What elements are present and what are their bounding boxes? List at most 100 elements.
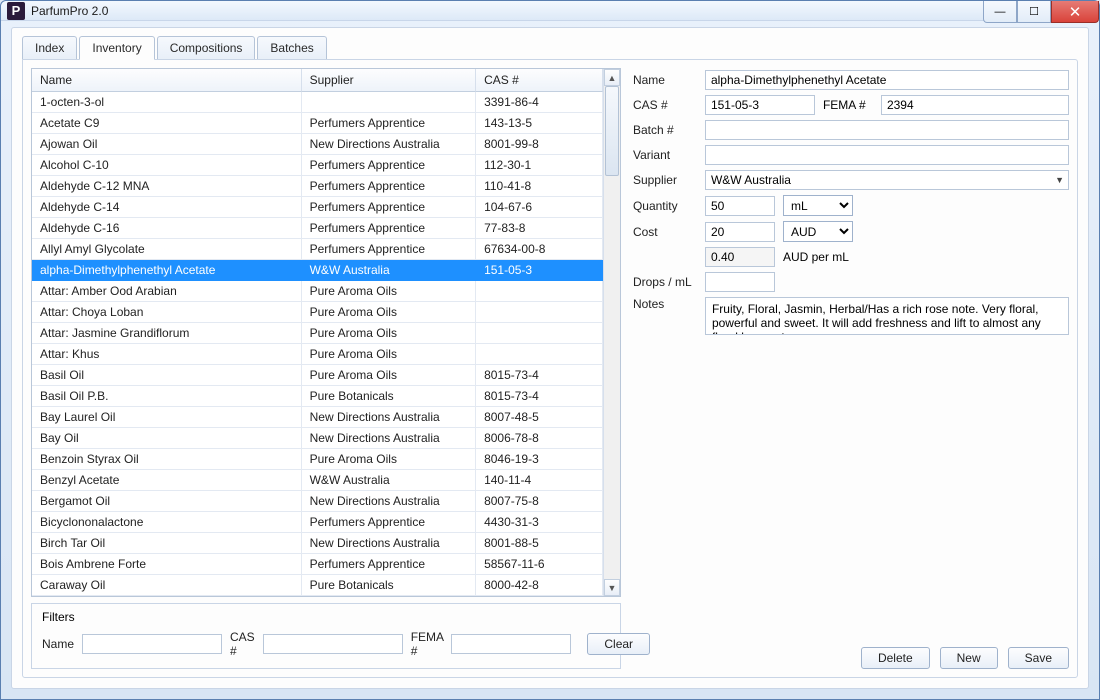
unit-price-label: AUD per mL (783, 250, 849, 264)
table-row[interactable]: Attar: Choya LobanPure Aroma Oils (32, 302, 603, 323)
filter-name-input[interactable] (82, 634, 222, 654)
fema-label: FEMA # (823, 98, 873, 112)
cell-supplier: Pure Aroma Oils (302, 365, 476, 386)
table-row[interactable]: Bois Ambrene FortePerfumers Apprentice58… (32, 554, 603, 575)
table-row[interactable]: Acetate C9Perfumers Apprentice143-13-5 (32, 113, 603, 134)
variant-field[interactable] (705, 145, 1069, 165)
table-row[interactable]: Aldehyde C-14Perfumers Apprentice104-67-… (32, 197, 603, 218)
cell-name: Basil Oil P.B. (32, 386, 302, 407)
cell-supplier: New Directions Australia (302, 428, 476, 449)
col-name[interactable]: Name (32, 69, 302, 92)
cell-supplier: Pure Aroma Oils (302, 323, 476, 344)
table-row[interactable]: Caraway OilPure Botanicals8000-42-8 (32, 575, 603, 596)
app-window: P ParfumPro 2.0 — ☐ ✕ IndexInventoryComp… (0, 0, 1100, 700)
cell-name: Caraway Oil (32, 575, 302, 596)
table-row[interactable]: Birch Tar OilNew Directions Australia800… (32, 533, 603, 554)
cell-cas: 8015-73-4 (476, 365, 603, 386)
batch-field[interactable] (705, 120, 1069, 140)
cell-name: Bay Oil (32, 428, 302, 449)
grid-body[interactable]: 1-octen-3-ol3391-86-4Acetate C9Perfumers… (32, 92, 603, 596)
table-row[interactable]: Allyl Amyl GlycolatePerfumers Apprentice… (32, 239, 603, 260)
scroll-up-button[interactable]: ▲ (604, 69, 620, 86)
cell-cas: 3391-86-4 (476, 92, 603, 113)
table-row[interactable]: Attar: KhusPure Aroma Oils (32, 344, 603, 365)
table-row[interactable]: Benzoin Styrax OilPure Aroma Oils8046-19… (32, 449, 603, 470)
delete-button[interactable]: Delete (861, 647, 930, 669)
tab-compositions[interactable]: Compositions (157, 36, 256, 60)
scroll-thumb[interactable] (605, 86, 619, 176)
tab-strip: IndexInventoryCompositionsBatches (22, 36, 1078, 60)
table-row[interactable]: Ajowan OilNew Directions Australia8001-9… (32, 134, 603, 155)
cost-field[interactable] (705, 222, 775, 242)
cell-name: Attar: Khus (32, 344, 302, 365)
name-field[interactable] (705, 70, 1069, 90)
quantity-label: Quantity (633, 199, 697, 213)
table-row[interactable]: Bergamot OilNew Directions Australia8007… (32, 491, 603, 512)
table-row[interactable]: 1-octen-3-ol 3391-86-4 (32, 92, 603, 113)
new-button[interactable]: New (940, 647, 998, 669)
quantity-field[interactable] (705, 196, 775, 216)
supplier-select[interactable]: W&W Australia ▼ (705, 170, 1069, 190)
col-cas[interactable]: CAS # (476, 69, 603, 92)
cell-cas: 151-05-3 (476, 260, 603, 281)
cell-cas: 143-13-5 (476, 113, 603, 134)
cell-name: Basil Oil (32, 365, 302, 386)
tab-body: Name Supplier CAS # 1-octen-3-ol 3391-86-… (22, 59, 1078, 678)
table-row[interactable]: Alcohol C-10Perfumers Apprentice112-30-1 (32, 155, 603, 176)
minimize-button[interactable]: — (983, 1, 1017, 23)
currency-select[interactable]: AUD (783, 221, 853, 242)
cell-name: Aldehyde C-12 MNA (32, 176, 302, 197)
table-row[interactable]: Bay OilNew Directions Australia8006-78-8 (32, 428, 603, 449)
maximize-button[interactable]: ☐ (1017, 1, 1051, 23)
save-button[interactable]: Save (1008, 647, 1069, 669)
tab-index[interactable]: Index (22, 36, 77, 60)
titlebar: P ParfumPro 2.0 — ☐ ✕ (1, 1, 1099, 21)
cost-label: Cost (633, 225, 697, 239)
cell-cas: 110-41-8 (476, 176, 603, 197)
table-row[interactable]: Benzyl AcetateW&W Australia140-11-4 (32, 470, 603, 491)
supplier-value: W&W Australia (711, 173, 791, 187)
cell-supplier: Pure Aroma Oils (302, 302, 476, 323)
cell-supplier: Perfumers Apprentice (302, 239, 476, 260)
batch-label: Batch # (633, 123, 697, 137)
table-row[interactable]: Aldehyde C-12 MNAPerfumers Apprentice110… (32, 176, 603, 197)
cell-supplier: Pure Aroma Oils (302, 344, 476, 365)
quantity-unit-select[interactable]: mL (783, 195, 853, 216)
cell-supplier (302, 92, 476, 113)
table-row[interactable]: alpha-Dimethylphenethyl AcetateW&W Austr… (32, 260, 603, 281)
cell-supplier: New Directions Australia (302, 134, 476, 155)
table-row[interactable]: Attar: Amber Ood ArabianPure Aroma Oils (32, 281, 603, 302)
cell-name: Ajowan Oil (32, 134, 302, 155)
cell-supplier: Pure Aroma Oils (302, 281, 476, 302)
unit-price-field (705, 247, 775, 267)
cell-supplier: New Directions Australia (302, 533, 476, 554)
col-supplier[interactable]: Supplier (302, 69, 476, 92)
fema-field[interactable] (881, 95, 1069, 115)
filter-fema-input[interactable] (451, 634, 571, 654)
table-row[interactable]: BicyclononalactonePerfumers Apprentice44… (32, 512, 603, 533)
table-row[interactable]: Basil OilPure Aroma Oils8015-73-4 (32, 365, 603, 386)
cell-cas: 8006-78-8 (476, 428, 603, 449)
left-pane: Name Supplier CAS # 1-octen-3-ol 3391-86-… (31, 68, 621, 669)
table-row[interactable]: Bay Laurel OilNew Directions Australia80… (32, 407, 603, 428)
cas-field[interactable] (705, 95, 815, 115)
notes-field[interactable]: Fruity, Floral, Jasmin, Herbal/Has a ric… (705, 297, 1069, 335)
table-row[interactable]: Attar: Jasmine GrandiflorumPure Aroma Oi… (32, 323, 603, 344)
filter-cas-input[interactable] (263, 634, 403, 654)
cell-name: 1-octen-3-ol (32, 92, 302, 113)
clear-filters-button[interactable]: Clear (587, 633, 650, 655)
cell-supplier: Perfumers Apprentice (302, 218, 476, 239)
tab-inventory[interactable]: Inventory (79, 36, 154, 60)
filter-cas-label: CAS # (230, 630, 255, 658)
tab-batches[interactable]: Batches (257, 36, 326, 60)
drops-field[interactable] (705, 272, 775, 292)
cell-name: Bicyclononalactone (32, 512, 302, 533)
grid-scrollbar[interactable]: ▲ ▼ (603, 69, 620, 596)
scroll-down-button[interactable]: ▼ (604, 579, 620, 596)
cell-name: Acetate C9 (32, 113, 302, 134)
table-row[interactable]: Aldehyde C-16Perfumers Apprentice77-83-8 (32, 218, 603, 239)
content-area: IndexInventoryCompositionsBatches Name S… (11, 27, 1089, 689)
table-row[interactable]: Basil Oil P.B.Pure Botanicals8015-73-4 (32, 386, 603, 407)
inventory-grid: Name Supplier CAS # 1-octen-3-ol 3391-86-… (32, 69, 603, 596)
close-button[interactable]: ✕ (1051, 1, 1099, 23)
